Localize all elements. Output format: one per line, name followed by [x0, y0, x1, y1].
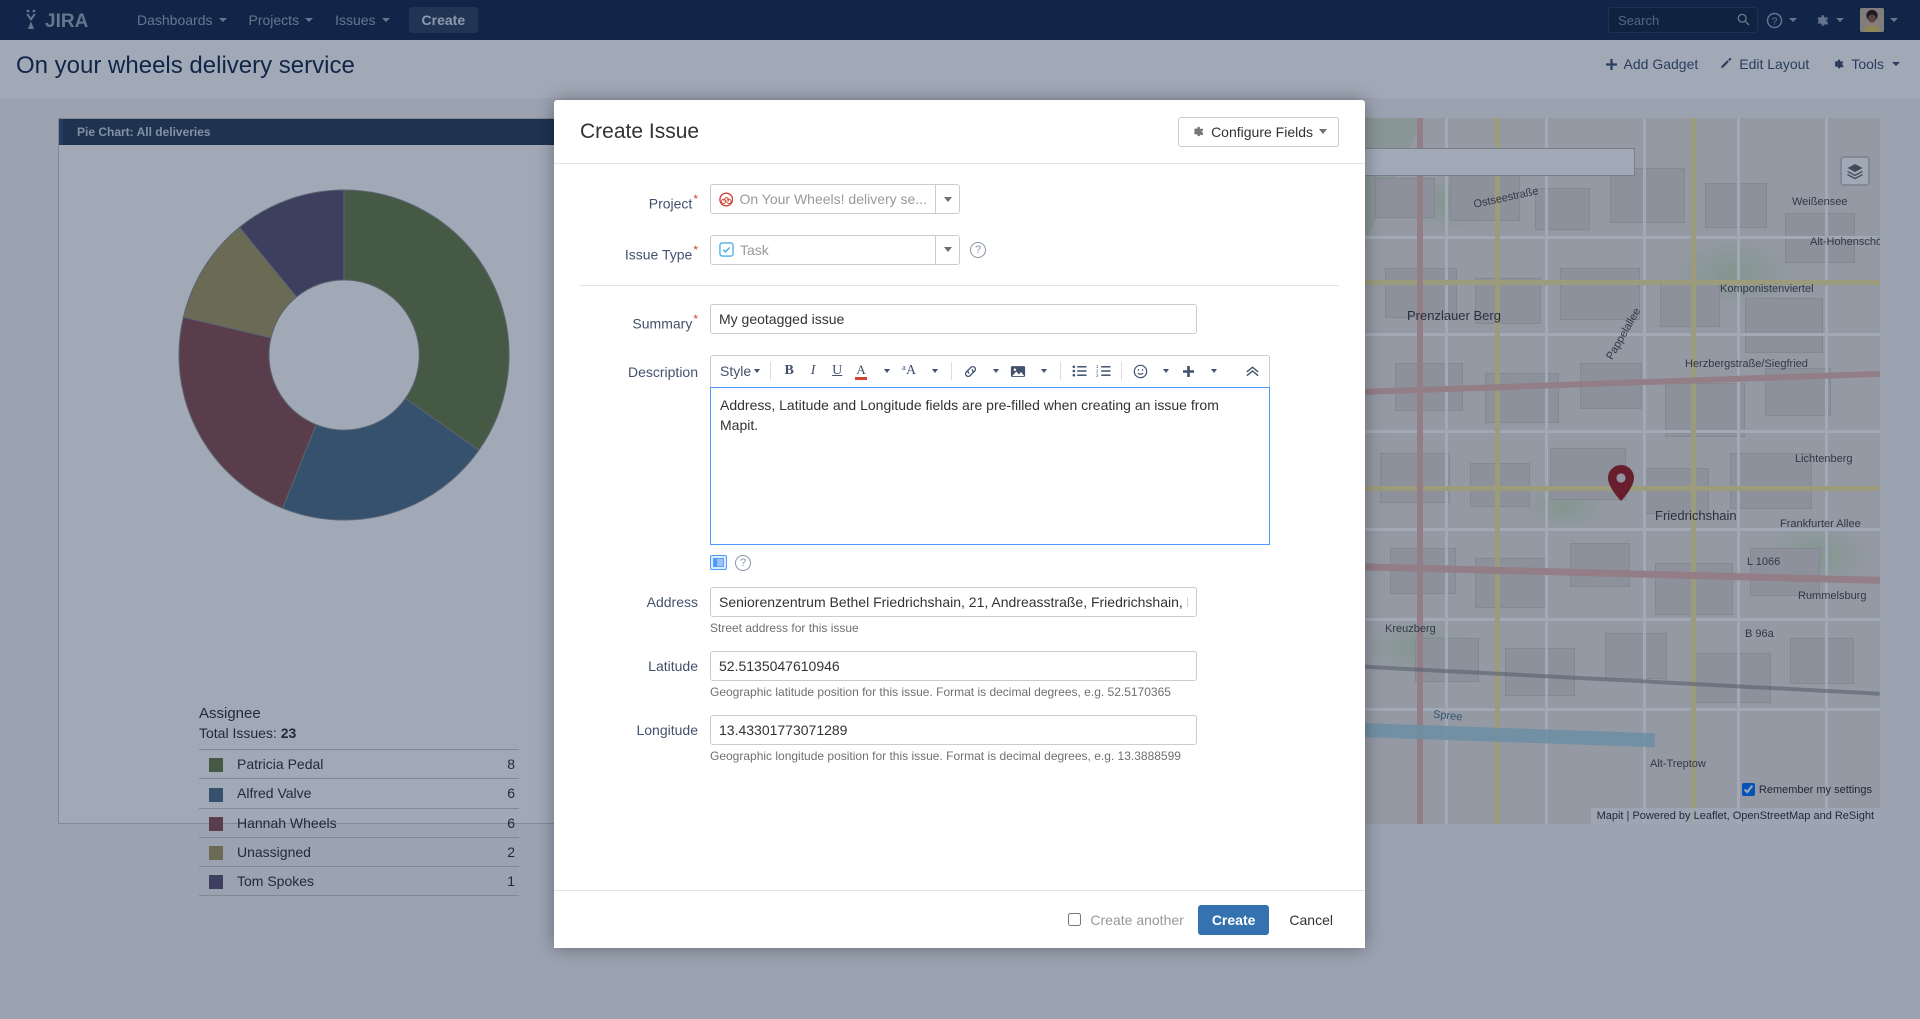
link-button[interactable] [959, 359, 981, 383]
collapse-toolbar-button[interactable] [1241, 359, 1263, 383]
toolbar-separator [1060, 362, 1061, 380]
description-rich-text-editor: Style B I U A ᵃA [710, 355, 1270, 571]
numbered-list-button[interactable]: 1 2 3 [1092, 359, 1114, 383]
dialog-body: Project* On Your Wheels! delivery se... [554, 164, 1365, 890]
issue-type-label: Issue Type* [580, 235, 710, 270]
image-icon [1010, 364, 1026, 379]
create-another-toggle[interactable]: Create another [1064, 910, 1183, 929]
latitude-label: Latitude [580, 651, 710, 681]
field-row-issue-type: Issue Type* Task ? [580, 235, 1339, 270]
style-dropdown[interactable]: Style [717, 359, 763, 383]
link-dropdown[interactable] [983, 359, 1005, 383]
image-dropdown[interactable] [1031, 359, 1053, 383]
numbered-list-icon: 1 2 3 [1096, 364, 1111, 378]
emoji-icon [1133, 364, 1148, 379]
toolbar-separator [951, 362, 952, 380]
dialog-footer: Create another Create Cancel [554, 890, 1365, 948]
svg-text:3: 3 [1096, 373, 1099, 378]
description-textarea[interactable] [710, 387, 1270, 545]
summary-input[interactable] [710, 304, 1197, 334]
rte-visual-mode-button[interactable] [710, 555, 727, 570]
chevron-down-icon [884, 369, 890, 373]
address-help-text: Street address for this issue [710, 621, 1339, 635]
create-another-checkbox[interactable] [1068, 913, 1081, 926]
latitude-input[interactable] [710, 651, 1197, 681]
latitude-help-text: Geographic latitude position for this is… [710, 685, 1339, 699]
plus-icon [1182, 365, 1195, 378]
chevron-down-icon [754, 369, 760, 373]
rte-footer: ? [710, 555, 1270, 571]
chevron-down-icon [944, 197, 952, 202]
issue-type-value: Task [740, 242, 769, 258]
text-color-dropdown[interactable] [874, 359, 896, 383]
required-indicator: * [693, 192, 698, 206]
field-row-description: Description Style B I U A [580, 355, 1339, 571]
task-type-icon [719, 242, 734, 257]
project-select[interactable]: On Your Wheels! delivery se... [710, 184, 960, 214]
chevron-down-icon [1163, 369, 1169, 373]
chevron-down-icon [1041, 369, 1047, 373]
chevron-down-icon [1211, 369, 1217, 373]
insert-button[interactable] [1177, 359, 1199, 383]
underline-button[interactable]: U [826, 359, 848, 383]
form-divider [580, 285, 1339, 286]
project-dropdown-arrow[interactable] [935, 184, 959, 214]
emoji-button[interactable] [1129, 359, 1151, 383]
dialog-header: Create Issue Configure Fields [554, 100, 1365, 164]
description-help-icon[interactable]: ? [735, 555, 751, 571]
dialog-title: Create Issue [580, 120, 699, 144]
configure-fields-button[interactable]: Configure Fields [1178, 117, 1339, 147]
configure-fields-label: Configure Fields [1211, 124, 1313, 140]
longitude-label: Longitude [580, 715, 710, 745]
rte-toolbar: Style B I U A ᵃA [710, 355, 1270, 387]
bold-button[interactable]: B [778, 359, 800, 383]
field-row-project: Project* On Your Wheels! delivery se... [580, 184, 1339, 219]
chevron-down-icon [1319, 129, 1327, 134]
field-row-latitude: Latitude Geographic latitude position fo… [580, 651, 1339, 699]
image-button[interactable] [1007, 359, 1029, 383]
required-indicator: * [693, 243, 698, 257]
toolbar-separator [770, 362, 771, 380]
issue-type-select[interactable]: Task [710, 235, 960, 265]
chevron-up-icon [1245, 365, 1260, 377]
bullet-list-button[interactable] [1068, 359, 1090, 383]
italic-button[interactable]: I [802, 359, 824, 383]
longitude-help-text: Geographic longitude position for this i… [710, 749, 1339, 763]
chevron-down-icon [932, 369, 938, 373]
project-value: On Your Wheels! delivery se... [739, 191, 927, 207]
field-row-summary: Summary* [580, 304, 1339, 339]
create-button[interactable]: Create [1198, 905, 1270, 935]
emoji-dropdown[interactable] [1153, 359, 1175, 383]
create-issue-dialog: Create Issue Configure Fields Project* [554, 100, 1365, 948]
chevron-down-icon [993, 369, 999, 373]
more-format-dropdown[interactable] [922, 359, 944, 383]
issue-type-dropdown-arrow[interactable] [935, 235, 959, 265]
chevron-down-icon [944, 247, 952, 252]
issue-type-help-icon[interactable]: ? [970, 242, 986, 258]
link-icon [963, 364, 978, 379]
gear-icon [1190, 124, 1205, 139]
color-swatch [855, 377, 867, 380]
bicycle-project-icon [719, 192, 733, 207]
text-color-button[interactable]: A [850, 359, 872, 383]
project-label: Project* [580, 184, 710, 219]
field-row-address: Address Street address for this issue [580, 587, 1339, 635]
field-row-longitude: Longitude Geographic longitude position … [580, 715, 1339, 763]
cancel-button[interactable]: Cancel [1283, 911, 1339, 929]
description-label: Description [580, 355, 710, 389]
toolbar-separator [1121, 362, 1122, 380]
more-format-button[interactable]: ᵃA [898, 359, 920, 383]
insert-dropdown[interactable] [1201, 359, 1223, 383]
longitude-input[interactable] [710, 715, 1197, 745]
summary-label: Summary* [580, 304, 710, 339]
required-indicator: * [693, 312, 698, 326]
address-label: Address [580, 587, 710, 617]
address-input[interactable] [710, 587, 1197, 617]
create-another-label: Create another [1090, 912, 1183, 928]
bullet-list-icon [1072, 364, 1087, 378]
